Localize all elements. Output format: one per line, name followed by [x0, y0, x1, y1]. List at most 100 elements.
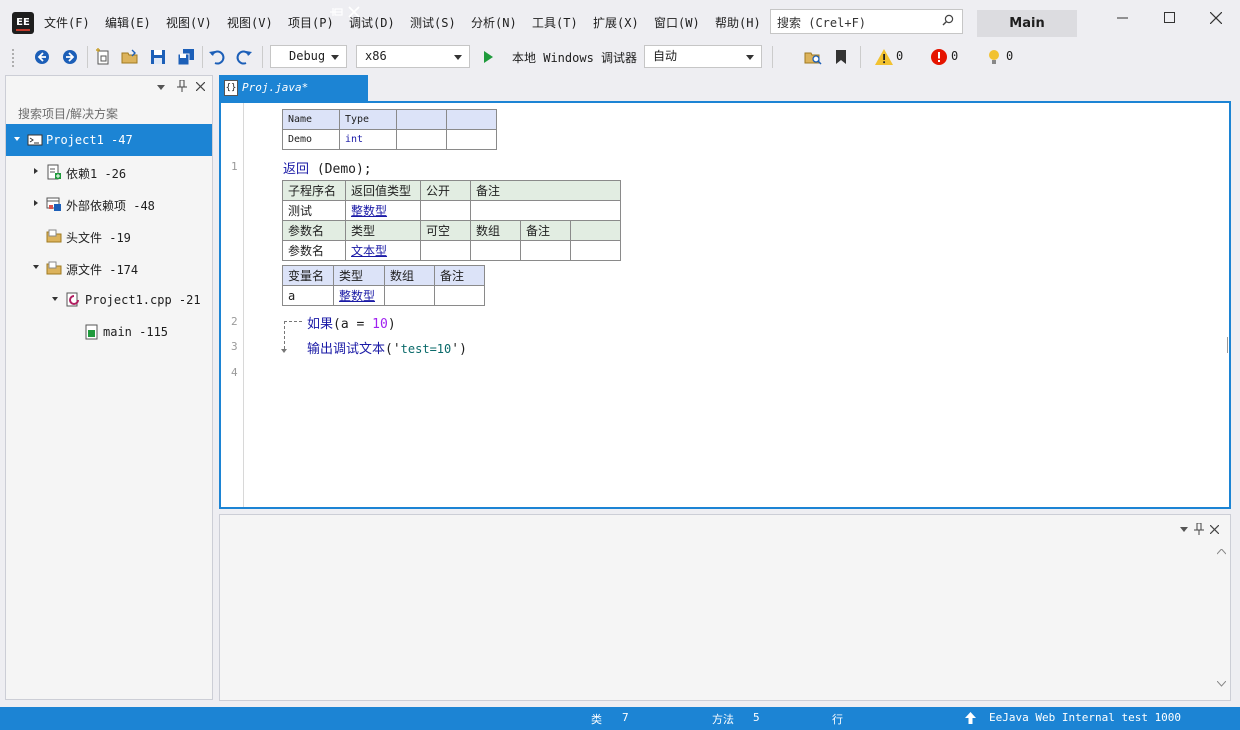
- menu-window[interactable]: 窗口(W): [654, 14, 700, 31]
- table-cell[interactable]: 整数型: [345, 200, 421, 221]
- scroll-up-icon[interactable]: [1217, 549, 1226, 555]
- search-input[interactable]: 搜索 (Crel+F): [777, 14, 866, 31]
- tree-item-dependency[interactable]: 依赖1 -26: [6, 156, 212, 188]
- chevron-down-icon[interactable]: [14, 137, 20, 141]
- error-icon[interactable]: [929, 47, 949, 67]
- table-cell[interactable]: Demo: [282, 129, 340, 150]
- toolbar-separator: [772, 46, 773, 68]
- chevron-down-icon[interactable]: [52, 297, 58, 301]
- chevron-right-icon[interactable]: [34, 200, 38, 206]
- close-icon[interactable]: [1210, 525, 1219, 534]
- tab-pin-icon[interactable]: [329, 5, 343, 19]
- toolbar-grip[interactable]: [11, 48, 15, 68]
- table-header: 公开: [420, 180, 471, 201]
- call-open: (': [385, 342, 401, 357]
- flow-arrow-icon: [281, 349, 287, 353]
- dropdown-icon[interactable]: [1180, 527, 1188, 532]
- if-condition-close: ): [387, 317, 396, 332]
- maximize-icon: [1164, 12, 1175, 23]
- code-line-1[interactable]: 返回 (Demo);: [283, 158, 372, 177]
- pin-icon[interactable]: [177, 80, 187, 92]
- menu-project[interactable]: 项目(P): [288, 14, 334, 31]
- workspace-badge[interactable]: Main: [977, 10, 1077, 37]
- table-cell[interactable]: 测试: [282, 200, 346, 221]
- tree-item-external-deps[interactable]: 外部依赖项 -48: [6, 188, 212, 220]
- tree-item-source-files[interactable]: 源文件 -174: [6, 252, 212, 284]
- open-folder-icon[interactable]: [120, 47, 140, 67]
- config-select[interactable]: Debug: [270, 45, 347, 68]
- menu-test[interactable]: 测试(S): [410, 14, 456, 31]
- scroll-down-icon[interactable]: [1217, 681, 1226, 687]
- code-line-3[interactable]: 输出调试文本('test=10'): [307, 338, 467, 357]
- search-box[interactable]: 搜索 (Crel+F): [770, 9, 963, 34]
- forward-icon[interactable]: [60, 47, 80, 67]
- search-icon[interactable]: [942, 14, 954, 26]
- mode-select[interactable]: 自动: [644, 45, 762, 68]
- save-icon[interactable]: [148, 47, 168, 67]
- table-cell[interactable]: int: [339, 129, 397, 150]
- menu-edit[interactable]: 编辑(E): [105, 14, 151, 31]
- maximize-button[interactable]: [1153, 6, 1187, 30]
- menu-extensions[interactable]: 扩展(X): [593, 14, 639, 31]
- code-line-2[interactable]: 如果(a = 10): [307, 313, 396, 332]
- table-cell[interactable]: [470, 200, 621, 221]
- code-editor[interactable]: 1 2 3 4 Name Type Demo int 返回 (Demo); 子程…: [219, 101, 1231, 509]
- line-number: 1: [231, 160, 238, 173]
- menu-view-2[interactable]: 视图(V): [227, 14, 273, 31]
- back-icon[interactable]: [32, 47, 52, 67]
- tree-item-header-files[interactable]: 头文件 -19: [6, 220, 212, 252]
- table-cell[interactable]: [434, 285, 485, 306]
- publish-arrow-icon[interactable]: [965, 712, 976, 724]
- close-icon: [1210, 12, 1222, 24]
- pin-icon[interactable]: [1194, 523, 1204, 535]
- config-select-value: Debug: [289, 49, 326, 63]
- run-target-label[interactable]: 本地 Windows 调试器: [512, 49, 637, 66]
- tab-proj-java[interactable]: {} Proj.java*: [219, 75, 368, 101]
- solution-icon: [27, 134, 43, 146]
- vertical-scrollbar[interactable]: [1213, 543, 1230, 695]
- menu-help[interactable]: 帮助(H): [715, 14, 761, 31]
- close-window-button[interactable]: [1199, 6, 1233, 30]
- menu-view[interactable]: 视图(V): [166, 14, 212, 31]
- table-cell[interactable]: [384, 285, 435, 306]
- save-all-icon[interactable]: [176, 47, 196, 67]
- table-cell[interactable]: 文本型: [345, 240, 421, 261]
- table-cell[interactable]: [446, 129, 497, 150]
- table-cell[interactable]: a: [282, 285, 334, 306]
- platform-select[interactable]: x86: [356, 45, 470, 68]
- run-icon[interactable]: [478, 47, 498, 67]
- global-var-table: Name Type Demo int: [282, 109, 497, 150]
- table-cell[interactable]: 参数名: [282, 240, 346, 261]
- close-icon[interactable]: [196, 82, 205, 91]
- dropdown-icon[interactable]: [157, 85, 165, 90]
- tab-close-icon[interactable]: [348, 6, 360, 18]
- solution-search-input[interactable]: 搜索项目/解决方案: [18, 105, 118, 122]
- menu-file[interactable]: 文件(F): [44, 14, 90, 31]
- build-info[interactable]: EeJava Web Internal test 1000: [989, 711, 1181, 724]
- table-cell[interactable]: [420, 240, 471, 261]
- tree-item-main[interactable]: main -115: [6, 316, 212, 348]
- warning-icon[interactable]: [874, 47, 894, 67]
- class-count: 7: [622, 711, 629, 724]
- mode-select-value: 自动: [653, 49, 678, 63]
- table-cell[interactable]: [570, 240, 621, 261]
- chevron-down-icon[interactable]: [33, 265, 39, 269]
- table-cell[interactable]: [396, 129, 447, 150]
- tree-item-project[interactable]: Project1 -47: [6, 124, 212, 156]
- menu-tools[interactable]: 工具(T): [532, 14, 578, 31]
- new-item-icon[interactable]: [93, 47, 113, 67]
- find-in-folder-icon[interactable]: [803, 47, 823, 67]
- table-cell[interactable]: [420, 200, 471, 221]
- chevron-right-icon[interactable]: [34, 168, 38, 174]
- undo-icon[interactable]: [207, 47, 227, 67]
- tree-item-cpp-file[interactable]: Project1.cpp -21: [6, 284, 212, 316]
- minimize-button[interactable]: [1106, 6, 1140, 30]
- lightbulb-icon[interactable]: [984, 47, 1004, 67]
- table-cell[interactable]: 整数型: [333, 285, 385, 306]
- bookmark-icon[interactable]: [831, 47, 851, 67]
- menu-analyze[interactable]: 分析(N): [471, 14, 517, 31]
- table-cell[interactable]: [520, 240, 571, 261]
- table-cell[interactable]: [470, 240, 521, 261]
- splitter-handle[interactable]: [1227, 337, 1228, 353]
- redo-icon[interactable]: [234, 47, 254, 67]
